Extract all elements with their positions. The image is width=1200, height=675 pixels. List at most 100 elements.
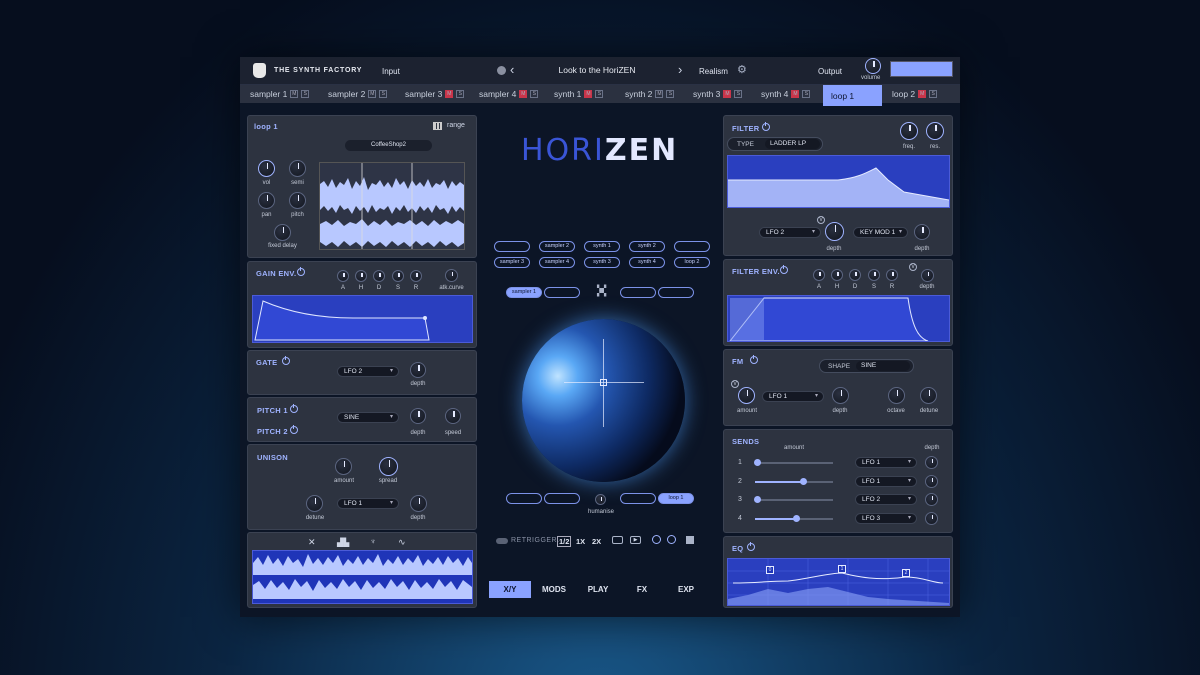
eq-band-2[interactable]: 2 — [902, 569, 910, 577]
mute-button[interactable]: M — [723, 90, 732, 98]
solo-button[interactable]: S — [456, 90, 465, 98]
slider-handle[interactable] — [792, 514, 800, 522]
slot-sampler-2[interactable]: sampler 2 — [539, 241, 575, 252]
solo-button[interactable]: S — [929, 90, 938, 98]
randomize-icon[interactable] — [497, 66, 506, 75]
gate-depth-knob[interactable] — [410, 362, 426, 378]
volume-knob[interactable] — [865, 58, 881, 74]
gain-env-display[interactable] — [252, 295, 473, 343]
filter-depth1-knob[interactable] — [825, 222, 844, 241]
gate-source-dropdown[interactable]: LFO 2 — [337, 366, 399, 377]
slice-icon[interactable]: ▟▙ — [337, 538, 349, 547]
solo-button[interactable]: S — [530, 90, 539, 98]
slider-handle[interactable] — [753, 496, 761, 503]
fenv-release-knob[interactable] — [886, 269, 898, 281]
filter-depth2-knob[interactable] — [914, 224, 930, 240]
slot-synth-2[interactable]: synth 2 — [629, 241, 665, 252]
tab-loop-2[interactable]: loop 2MS — [884, 85, 958, 103]
slot-empty[interactable] — [544, 287, 580, 298]
pitch-knob[interactable] — [289, 192, 306, 209]
filter-env-power-icon[interactable] — [780, 265, 788, 274]
slot-synth-1[interactable]: synth 1 — [584, 241, 620, 252]
send-amount-slider[interactable] — [755, 514, 833, 522]
rate-2x[interactable]: 2X — [592, 537, 601, 546]
gain-decay-knob[interactable] — [373, 270, 385, 282]
range-label[interactable]: range — [447, 122, 465, 129]
send-amount-slider[interactable] — [753, 496, 833, 503]
tab-synth-4[interactable]: synth 4MS — [753, 85, 821, 103]
fenv-hold-knob[interactable] — [831, 269, 843, 281]
filter-mod2-dropdown[interactable]: KEY MOD 1 — [853, 227, 908, 238]
vol-knob[interactable] — [258, 160, 275, 177]
gear-icon[interactable]: ⚙ — [737, 63, 747, 76]
record-icon[interactable] — [612, 536, 623, 544]
filter-env-display[interactable] — [727, 295, 950, 342]
solo-button[interactable]: S — [666, 90, 675, 98]
slider-handle[interactable] — [753, 459, 761, 466]
mute-button[interactable]: M — [445, 90, 454, 98]
humanise-knob[interactable] — [595, 494, 606, 505]
send-source-dropdown[interactable]: LFO 3 — [855, 512, 917, 524]
slider-handle[interactable] — [800, 477, 808, 485]
fm-amount-knob[interactable] — [738, 387, 755, 404]
unison-spread-knob[interactable] — [379, 457, 398, 476]
pan-knob[interactable] — [258, 192, 275, 209]
send-source-dropdown[interactable]: LFO 1 — [855, 475, 917, 487]
unison-detune-knob[interactable] — [306, 495, 323, 512]
solo-button[interactable]: S — [734, 90, 743, 98]
tab-sampler-4[interactable]: sampler 4MS — [471, 85, 544, 103]
pitch-shape-dropdown[interactable]: SINE — [337, 412, 399, 423]
tab-sampler-2[interactable]: sampler 2MS — [320, 85, 395, 103]
nav-mods[interactable]: MODS — [533, 581, 575, 598]
pitch1-power-icon[interactable] — [290, 404, 298, 413]
slot-empty[interactable] — [674, 241, 710, 252]
nav-fx[interactable]: FX — [621, 581, 663, 598]
xy-mode-icon[interactable]: ▚▞ ▞▚ — [597, 286, 606, 297]
mute-button[interactable]: M — [368, 90, 377, 98]
rate-half[interactable]: 1/2 — [557, 536, 572, 547]
fenv-sustain-knob[interactable] — [868, 269, 880, 281]
semi-knob[interactable] — [289, 160, 306, 177]
solo-button[interactable]: S — [802, 90, 811, 98]
gain-env-power-icon[interactable] — [297, 267, 305, 276]
slot-loop-1[interactable]: loop 1 — [658, 493, 694, 504]
unison-source-dropdown[interactable]: LFO 1 — [337, 498, 399, 509]
nav-xy[interactable]: X/Y — [489, 581, 531, 598]
filter-response-display[interactable] — [727, 155, 950, 208]
filter-freq-knob[interactable] — [900, 122, 918, 140]
nav-play[interactable]: PLAY — [577, 581, 619, 598]
fenv-attack-knob[interactable] — [813, 269, 825, 281]
loop-waveform[interactable] — [319, 162, 465, 250]
fm-power-icon[interactable] — [750, 355, 758, 364]
wave-icon[interactable]: ∿ — [398, 537, 406, 548]
realism-label[interactable]: Realism — [699, 67, 728, 76]
gain-release-knob[interactable] — [410, 270, 422, 282]
mute-button[interactable]: M — [584, 90, 593, 98]
send-amount-slider[interactable] — [755, 477, 833, 485]
gain-hold-knob[interactable] — [355, 270, 367, 282]
forward-icon[interactable] — [652, 535, 661, 544]
send-source-dropdown[interactable]: LFO 2 — [855, 494, 917, 505]
eq-display[interactable]: 0 1 2 — [727, 558, 950, 606]
filter-mod1-dropdown[interactable]: LFO 2 — [759, 227, 821, 238]
play-icon[interactable]: ▶ — [630, 536, 641, 544]
solo-button[interactable]: S — [595, 90, 604, 98]
mute-button[interactable]: M — [655, 90, 664, 98]
tab-loop-1[interactable]: loop 1 — [823, 85, 882, 106]
send-depth-knob[interactable] — [925, 493, 938, 506]
mute-button[interactable]: M — [519, 90, 528, 98]
pitch-speed-knob[interactable] — [445, 408, 461, 424]
preset-name[interactable]: Look to the HoriZEN — [540, 65, 654, 75]
pitch-depth-knob[interactable] — [410, 408, 426, 424]
unison-depth-knob[interactable] — [410, 495, 427, 512]
close-icon[interactable]: ✕ — [308, 537, 316, 548]
fixed-delay-knob[interactable] — [274, 224, 291, 241]
fm-source-dropdown[interactable]: LFO 1 — [762, 391, 824, 402]
piano-icon[interactable] — [433, 122, 442, 130]
send-amount-slider[interactable] — [753, 459, 833, 466]
send-source-dropdown[interactable]: LFO 1 — [855, 457, 917, 468]
send-depth-knob[interactable] — [925, 456, 938, 469]
tab-sampler-3[interactable]: sampler 3MS — [397, 85, 469, 103]
slot-empty[interactable] — [620, 287, 656, 298]
mod-v-icon-1[interactable]: V — [817, 216, 825, 224]
